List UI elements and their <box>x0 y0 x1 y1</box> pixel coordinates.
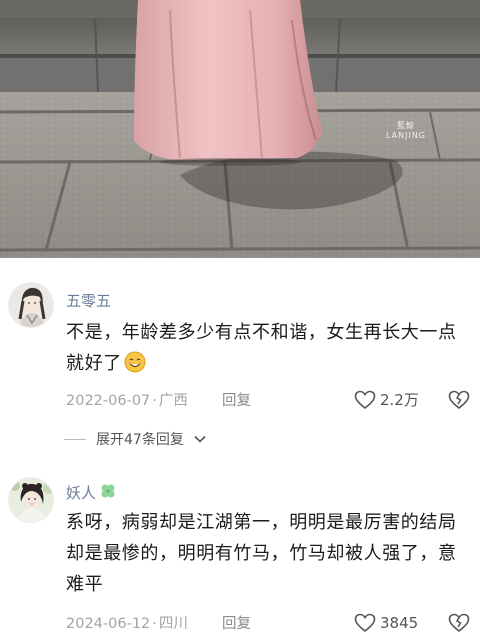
smiling-face-emoji-icon <box>124 351 146 373</box>
watermark-logo-text: 藍鯨 <box>397 121 415 130</box>
comment-location: 广西 <box>158 393 188 409</box>
reply-button[interactable]: 回复 <box>222 391 251 411</box>
meta-separator: · <box>152 393 157 409</box>
comment-date: 2022-06-07 <box>66 393 151 409</box>
reply-button[interactable]: 回复 <box>222 614 251 634</box>
meta-separator: · <box>152 616 157 632</box>
comment-meta: 2022-06-07 · 广西 <box>66 391 188 411</box>
like-button[interactable]: 2.2万 <box>354 390 419 410</box>
avatar-image-icon <box>9 478 53 522</box>
heart-outline-icon <box>354 613 376 633</box>
photo-watermark: 藍鯨 LANJING <box>386 121 426 141</box>
avatar-image-icon <box>9 283 53 327</box>
clover-icon <box>99 482 117 504</box>
expand-replies-button[interactable]: 展开47条回复 <box>64 429 206 449</box>
broken-heart-icon <box>448 613 470 633</box>
expand-replies-label: 展开47条回复 <box>96 432 184 448</box>
comment-username-text: 妖人 <box>66 484 97 502</box>
heart-outline-icon <box>354 390 376 410</box>
comment-username[interactable]: 五零五 <box>66 292 111 310</box>
watermark-brand-text: LANJING <box>386 131 426 140</box>
like-count: 2.2万 <box>380 391 419 409</box>
chevron-down-icon <box>194 435 206 443</box>
like-button[interactable]: 3845 <box>354 613 418 633</box>
dislike-button[interactable] <box>448 389 470 411</box>
comment-text: 不是，年龄差多少有点不和谐，女生再长大一点就好了 <box>66 317 470 379</box>
comment-location: 四川 <box>158 616 188 632</box>
broken-heart-icon <box>448 390 470 410</box>
expand-divider-line <box>64 438 86 440</box>
comment-section: 五零五 不是，年龄差多少有点不和谐，女生再长大一点就好了 2022-06-07 ·… <box>0 258 480 640</box>
comment-item: 妖人 系呀，病弱却是江湖第一，明明是最厉害的结局却是最惨的，明明有竹马，竹马却被… <box>0 463 480 640</box>
dislike-button[interactable] <box>448 612 470 634</box>
comment-item: 五零五 不是，年龄差多少有点不和谐，女生再长大一点就好了 2022-06-07 ·… <box>0 258 480 458</box>
comment-text: 系呀，病弱却是江湖第一，明明是最厉害的结局却是最惨的，明明有竹马，竹马却被人强了… <box>66 512 457 595</box>
post-photo[interactable]: 藍鯨 LANJING <box>0 0 480 258</box>
avatar[interactable] <box>8 282 54 328</box>
comment-username[interactable]: 妖人 <box>66 482 117 504</box>
comment-meta: 2024-06-12 · 四川 <box>66 614 188 634</box>
like-count: 3845 <box>380 614 419 632</box>
avatar[interactable] <box>8 477 54 523</box>
comment-date: 2024-06-12 <box>66 616 151 632</box>
